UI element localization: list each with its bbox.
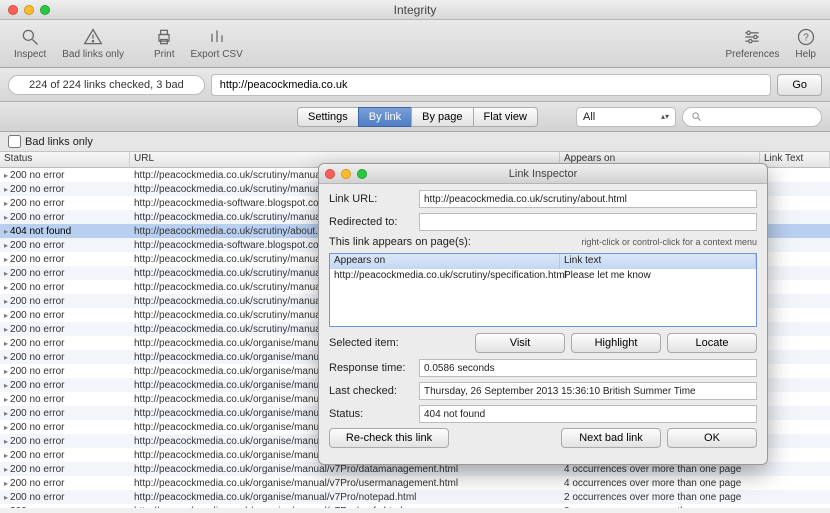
table-row[interactable]: ▸200 no errorhttp://peacockmedia.co.uk/o… bbox=[0, 490, 830, 504]
redirected-value[interactable] bbox=[419, 213, 757, 231]
inspector-zoom-button[interactable] bbox=[357, 169, 367, 179]
tab-settings[interactable]: Settings bbox=[297, 107, 359, 127]
selected-item-label: Selected item: bbox=[329, 337, 419, 349]
table-row[interactable]: ▸200 no errorhttp://peacockmedia.co.uk/o… bbox=[0, 504, 830, 508]
viewbar: Settings By link By page Flat view All ▴… bbox=[0, 102, 830, 132]
preferences-icon bbox=[742, 27, 762, 47]
appears-list-row[interactable]: http://peacockmedia.co.uk/scrutiny/speci… bbox=[330, 269, 756, 282]
col-linktext-header[interactable]: Link Text bbox=[760, 152, 830, 167]
appears-list[interactable]: Appears on Link text http://peacockmedia… bbox=[329, 253, 757, 327]
badlinks-only-button[interactable]: Bad links only bbox=[54, 25, 132, 62]
inspect-icon bbox=[20, 27, 40, 47]
appears-label: This link appears on page(s): bbox=[329, 236, 471, 248]
badlinks-filter-row: Bad links only bbox=[0, 132, 830, 152]
redirected-label: Redirected to: bbox=[329, 216, 419, 228]
toolbar: Inspect Bad links only Print Export CSV … bbox=[0, 20, 830, 68]
help-icon: ? bbox=[796, 27, 816, 47]
minimize-window-button[interactable] bbox=[24, 5, 34, 15]
chevron-updown-icon: ▴▾ bbox=[661, 112, 669, 121]
search-icon bbox=[691, 111, 702, 122]
tab-flatview[interactable]: Flat view bbox=[473, 107, 538, 127]
export-icon bbox=[207, 27, 227, 47]
tab-bylink[interactable]: By link bbox=[358, 107, 412, 127]
warning-icon bbox=[83, 27, 103, 47]
response-time-label: Response time: bbox=[329, 362, 419, 374]
help-button[interactable]: ? Help bbox=[787, 25, 824, 62]
url-input[interactable] bbox=[211, 74, 772, 96]
inspect-button[interactable]: Inspect bbox=[6, 25, 54, 62]
window-title: Integrity bbox=[394, 3, 437, 17]
badlinks-label: Bad links only bbox=[25, 136, 93, 148]
filter-select[interactable]: All ▴▾ bbox=[576, 107, 676, 127]
export-csv-button[interactable]: Export CSV bbox=[183, 25, 251, 62]
visit-button[interactable]: Visit bbox=[475, 333, 565, 353]
ok-button[interactable]: OK bbox=[667, 428, 757, 448]
status-row: 224 of 224 links checked, 3 bad Go bbox=[0, 68, 830, 102]
zoom-window-button[interactable] bbox=[40, 5, 50, 15]
locate-button[interactable]: Locate bbox=[667, 333, 757, 353]
table-row[interactable]: ▸200 no errorhttp://peacockmedia.co.uk/o… bbox=[0, 476, 830, 490]
badlinks-checkbox[interactable] bbox=[8, 135, 21, 148]
next-bad-link-button[interactable]: Next bad link bbox=[561, 428, 661, 448]
link-url-value[interactable]: http://peacockmedia.co.uk/scrutiny/about… bbox=[419, 190, 757, 208]
last-checked-label: Last checked: bbox=[329, 385, 419, 397]
status-value: 404 not found bbox=[419, 405, 757, 423]
titlebar: Integrity bbox=[0, 0, 830, 20]
response-time-value: 0.0586 seconds bbox=[419, 359, 757, 377]
inspector-minimize-button[interactable] bbox=[341, 169, 351, 179]
tab-bypage[interactable]: By page bbox=[411, 107, 473, 127]
recheck-button[interactable]: Re-check this link bbox=[329, 428, 449, 448]
close-window-button[interactable] bbox=[8, 5, 18, 15]
print-icon bbox=[154, 27, 174, 47]
link-url-label: Link URL: bbox=[329, 193, 419, 205]
highlight-button[interactable]: Highlight bbox=[571, 333, 661, 353]
link-inspector: Link Inspector Link URL: http://peacockm… bbox=[318, 163, 768, 465]
go-button[interactable]: Go bbox=[777, 74, 822, 96]
linktext-col-header[interactable]: Link text bbox=[560, 254, 756, 269]
view-tabs: Settings By link By page Flat view bbox=[298, 107, 538, 127]
progress-status: 224 of 224 links checked, 3 bad bbox=[8, 75, 205, 95]
status-label: Status: bbox=[329, 408, 419, 420]
inspector-title: Link Inspector bbox=[509, 168, 577, 180]
preferences-button[interactable]: Preferences bbox=[718, 25, 788, 62]
last-checked-value: Thursday, 26 September 2013 15:36:10 Bri… bbox=[419, 382, 757, 400]
svg-text:?: ? bbox=[803, 32, 809, 43]
col-status-header[interactable]: Status bbox=[0, 152, 130, 167]
print-button[interactable]: Print bbox=[146, 25, 183, 62]
search-input[interactable] bbox=[682, 107, 822, 127]
inspector-close-button[interactable] bbox=[325, 169, 335, 179]
appears-col-header[interactable]: Appears on bbox=[330, 254, 560, 269]
context-hint: right-click or control-click for a conte… bbox=[471, 237, 757, 247]
